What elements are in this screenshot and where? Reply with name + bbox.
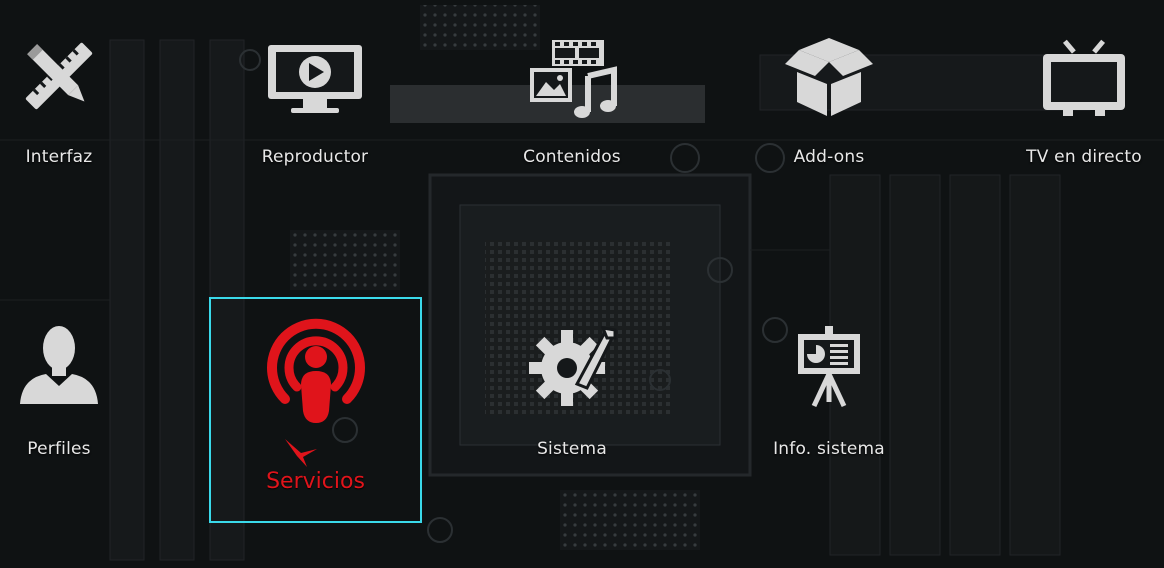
- tv-antenna-icon: [1043, 39, 1125, 116]
- menu-item-label: Contenidos: [523, 147, 621, 167]
- menu-item-contenidos[interactable]: Contenidos: [510, 30, 634, 170]
- menu-item-info-sistema[interactable]: Info. sistema: [770, 322, 888, 462]
- presentation-board-icon: [798, 326, 860, 408]
- menu-item-label: Perfiles: [27, 439, 91, 459]
- menu-item-interfaz[interactable]: Interfaz: [0, 30, 118, 170]
- podcast-broadcast-icon: [266, 318, 365, 423]
- menu-item-reproductor[interactable]: Reproductor: [248, 30, 382, 170]
- pencil-ruler-icon: [25, 42, 93, 110]
- menu-item-label: Sistema: [537, 439, 607, 459]
- menu-item-sistema[interactable]: Sistema: [510, 322, 634, 462]
- user-profile-icon: [20, 326, 98, 404]
- menu-item-tv-en-directo[interactable]: TV en directo: [1018, 30, 1150, 170]
- media-content-icon: [530, 40, 617, 118]
- monitor-play-icon: [268, 45, 362, 113]
- menu-item-label: Add-ons: [793, 147, 865, 167]
- menu-item-label: Info. sistema: [773, 439, 885, 459]
- menu-item-addons[interactable]: Add-ons: [770, 30, 888, 170]
- menu-item-label: Servicios: [266, 469, 365, 494]
- open-box-icon: [785, 38, 873, 116]
- menu-item-label: TV en directo: [1026, 147, 1142, 167]
- menu-item-servicios[interactable]: Servicios: [209, 297, 422, 523]
- menu-item-perfiles[interactable]: Perfiles: [0, 322, 118, 462]
- gear-tools-icon: [529, 326, 617, 406]
- menu-item-label: Interfaz: [25, 147, 93, 167]
- red-arrow-logo: [285, 439, 317, 467]
- menu-item-label: Reproductor: [261, 147, 369, 167]
